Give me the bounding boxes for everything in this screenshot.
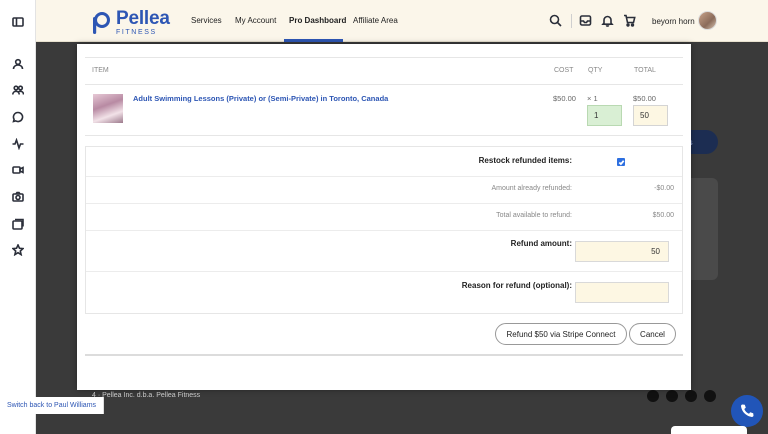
logo-subtitle: FITNESS bbox=[116, 29, 157, 36]
modal-bottom-divider bbox=[85, 354, 683, 356]
header-divider bbox=[571, 14, 572, 28]
item-thumbnail bbox=[93, 94, 123, 123]
item-cost: $50.00 bbox=[553, 94, 576, 103]
nav-my-account[interactable]: My Account bbox=[235, 16, 276, 25]
row-divider bbox=[86, 176, 682, 177]
nav-affiliate-area[interactable]: Affiliate Area bbox=[353, 16, 398, 25]
table-top-border bbox=[85, 57, 683, 58]
pellea-logo[interactable]: Pellea FITNESS bbox=[88, 9, 170, 36]
column-header-item: ITEM bbox=[92, 67, 109, 74]
active-nav-underline bbox=[284, 39, 343, 42]
bottom-panel-tab[interactable] bbox=[671, 426, 747, 434]
call-button[interactable] bbox=[731, 395, 763, 427]
already-refunded-value: -$0.00 bbox=[654, 185, 674, 192]
restock-label: Restock refunded items: bbox=[478, 156, 572, 165]
available-refund-label: Total available to refund: bbox=[496, 212, 572, 219]
facebook-icon[interactable] bbox=[647, 390, 659, 402]
refund-amount-label: Refund amount: bbox=[510, 239, 572, 248]
item-qty: × 1 bbox=[587, 94, 598, 103]
refund-modal: ITEM COST QTY TOTAL Adult Swimming Lesso… bbox=[77, 44, 691, 390]
item-total: $50.00 bbox=[633, 94, 656, 103]
users-icon[interactable] bbox=[11, 83, 25, 97]
user-icon[interactable] bbox=[11, 57, 25, 71]
table-row-border bbox=[85, 135, 683, 136]
column-header-cost: COST bbox=[554, 67, 574, 74]
cancel-button[interactable]: Cancel bbox=[629, 323, 676, 345]
refund-reason-label: Reason for refund (optional): bbox=[461, 281, 572, 290]
chat-icon[interactable] bbox=[11, 110, 25, 124]
refund-reason-input[interactable] bbox=[575, 282, 669, 303]
phone-icon bbox=[741, 404, 754, 417]
already-refunded-label: Amount already refunded: bbox=[491, 185, 572, 192]
refund-total-input[interactable]: 50 bbox=[633, 105, 668, 126]
switch-back-link[interactable]: Switch back to Paul Williams bbox=[0, 397, 104, 414]
logo-name: Pellea bbox=[116, 8, 170, 29]
star-icon[interactable] bbox=[11, 243, 25, 257]
video-icon[interactable] bbox=[11, 163, 25, 177]
table-header-border bbox=[85, 84, 683, 85]
user-name[interactable]: beyorn horn bbox=[652, 17, 695, 26]
inbox-icon[interactable] bbox=[579, 14, 592, 27]
gallery-icon[interactable] bbox=[11, 217, 25, 231]
column-header-qty: QTY bbox=[588, 67, 603, 74]
item-name-link[interactable]: Adult Swimming Lessons (Private) or (Sem… bbox=[133, 94, 388, 103]
row-divider bbox=[86, 203, 682, 204]
restock-checkbox[interactable] bbox=[617, 158, 625, 166]
youtube-icon[interactable] bbox=[685, 390, 697, 402]
cart-icon[interactable] bbox=[623, 14, 636, 27]
bell-icon[interactable] bbox=[601, 14, 614, 27]
footer-copyright: 4 · Pellea Inc. d.b.a. Pellea Fitness bbox=[92, 392, 201, 399]
background-card bbox=[690, 178, 718, 280]
row-divider bbox=[86, 271, 682, 272]
column-header-total: TOTAL bbox=[634, 67, 656, 74]
refund-via-stripe-button[interactable]: Refund $50 via Stripe Connect bbox=[495, 323, 627, 345]
left-sidebar bbox=[0, 0, 36, 434]
camera-icon[interactable] bbox=[11, 190, 25, 204]
instagram-icon[interactable] bbox=[666, 390, 678, 402]
refund-qty-input[interactable]: 1 bbox=[587, 105, 622, 126]
nav-services[interactable]: Services bbox=[191, 16, 222, 25]
nav-pro-dashboard[interactable]: Pro Dashboard bbox=[289, 16, 346, 25]
search-icon[interactable] bbox=[549, 14, 562, 27]
check-icon bbox=[618, 159, 624, 165]
sidebar-toggle-icon[interactable] bbox=[11, 15, 25, 29]
refund-details-box: Restock refunded items: Amount already r… bbox=[85, 146, 683, 314]
avatar[interactable] bbox=[698, 11, 717, 30]
available-refund-value: $50.00 bbox=[652, 212, 674, 219]
twitter-icon[interactable] bbox=[704, 390, 716, 402]
row-divider bbox=[86, 230, 682, 231]
refund-amount-input[interactable]: 50 bbox=[575, 241, 669, 262]
activity-icon[interactable] bbox=[11, 137, 25, 151]
logo-mark-icon bbox=[93, 11, 110, 34]
